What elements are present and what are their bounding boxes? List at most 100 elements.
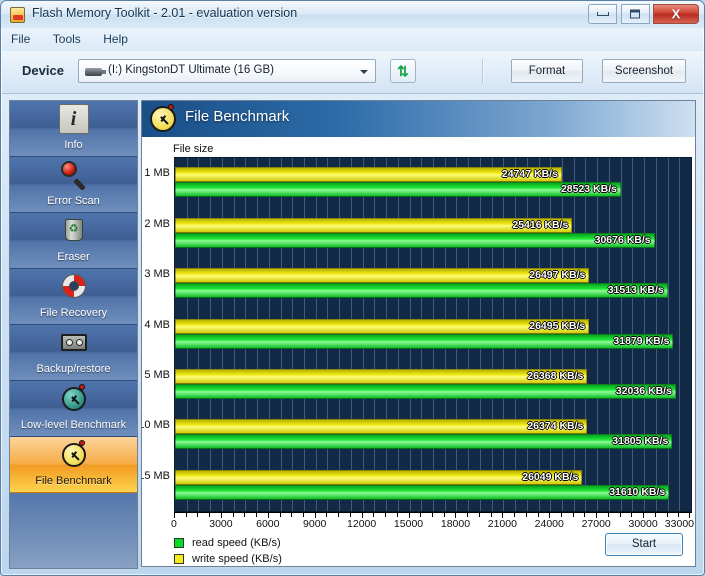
- format-button[interactable]: Format: [511, 59, 583, 83]
- sidebar-item-label: Backup/restore: [36, 363, 111, 375]
- sidebar-item-label: File Benchmark: [35, 475, 112, 487]
- usb-drive-icon: [85, 68, 106, 76]
- sidebar-item-backup-restore[interactable]: Backup/restore: [10, 325, 137, 381]
- bar-value-label: 26049 KB/s: [522, 470, 579, 483]
- x-axis-tick: [443, 513, 445, 517]
- yellow-stopwatch-icon: [148, 104, 178, 134]
- x-axis-tick: [432, 513, 433, 517]
- legend-swatch-write-icon: [174, 554, 184, 564]
- bar-value-label: 26368 KB/s: [527, 369, 584, 382]
- x-axis-tick: [338, 513, 340, 517]
- legend-label: write speed (KB/s): [192, 553, 282, 565]
- yellow-stopwatch-icon: [60, 440, 88, 468]
- toolbar-divider: [482, 59, 483, 83]
- menu-item-file[interactable]: File: [2, 28, 39, 49]
- x-axis-tick-label: 24000: [534, 518, 564, 530]
- y-axis-tick-label: 10 MB: [141, 419, 170, 432]
- chart-gridline: [679, 158, 681, 511]
- window-controls: X: [588, 4, 699, 25]
- refresh-button[interactable]: ⇅: [390, 59, 416, 83]
- legend-item-write: write speed (KB/s): [174, 551, 282, 566]
- x-axis-tick: [232, 513, 234, 517]
- bar-value-label: 26497 KB/s: [529, 269, 586, 282]
- x-axis-tick: [537, 513, 539, 517]
- x-axis-tick: [197, 513, 199, 517]
- y-axis-tick-label: 15 MB: [141, 469, 170, 482]
- chevron-down-icon: [360, 70, 368, 74]
- x-axis-tick: [420, 513, 422, 517]
- menu-bar: File Tools Help: [2, 28, 703, 52]
- benchmark-chart: 24747 KB/s 28523 KB/s 25416 KB/s 30676 KB/s…: [174, 157, 692, 512]
- device-select[interactable]: (I:) KingstonDT Ultimate (16 GB): [78, 59, 376, 83]
- x-axis-tick: [631, 513, 633, 517]
- sidebar-item-label: File Recovery: [39, 307, 108, 319]
- window-title: Flash Memory Toolkit - 2.01 - evaluation…: [32, 6, 298, 20]
- legend-item-read: read speed (KB/s): [174, 535, 282, 551]
- x-axis-tick: [291, 513, 293, 517]
- teal-stopwatch-icon: [60, 384, 88, 412]
- y-axis-tick-label: 2 MB: [144, 217, 170, 230]
- bar-value-label: 26374 KB/s: [527, 420, 584, 433]
- app-window: Flash Memory Toolkit - 2.01 - evaluation…: [0, 0, 705, 576]
- sidebar-item-eraser[interactable]: Eraser: [10, 213, 137, 269]
- x-axis-tick: [303, 513, 304, 517]
- bar-write-speed: 26049 KB/s: [175, 469, 583, 485]
- x-axis-tick: [373, 513, 375, 517]
- x-axis-tick: [619, 513, 621, 517]
- sidebar-item-file-benchmark[interactable]: File Benchmark: [10, 437, 137, 493]
- panel-title: File Benchmark: [185, 108, 290, 125]
- bar-value-label: 32036 KB/s: [615, 384, 672, 397]
- bar-write-speed: 26368 KB/s: [175, 368, 588, 384]
- menu-item-tools[interactable]: Tools: [44, 28, 90, 49]
- x-axis-tick: [607, 513, 609, 517]
- x-axis-tick: [326, 513, 328, 517]
- close-button[interactable]: X: [653, 4, 699, 24]
- x-axis-tick: [514, 513, 516, 517]
- bar-write-speed: 24747 KB/s: [175, 167, 562, 183]
- x-axis-tick: [561, 513, 562, 517]
- sidebar-item-error-scan[interactable]: Error Scan: [10, 157, 137, 213]
- close-icon: X: [671, 6, 681, 22]
- start-button[interactable]: Start: [605, 533, 683, 556]
- recycle-bin-icon: [60, 216, 88, 244]
- x-axis-tick-label: 21000: [487, 518, 517, 530]
- x-axis-tick: [385, 513, 387, 517]
- sidebar-item-file-recovery[interactable]: File Recovery: [10, 269, 137, 325]
- sidebar-item-info[interactable]: Info: [10, 101, 137, 157]
- bar-value-label: 24747 KB/s: [501, 168, 558, 181]
- bar-read-speed: 32036 KB/s: [175, 383, 676, 399]
- x-axis-tick-label: 33000: [664, 518, 694, 530]
- y-axis-title: File size: [173, 143, 214, 155]
- bar-read-speed: 31513 KB/s: [175, 283, 668, 299]
- legend-label: read speed (KB/s): [192, 537, 281, 549]
- bar-read-speed: 31805 KB/s: [175, 434, 673, 450]
- bar-value-label: 25416 KB/s: [512, 218, 569, 231]
- legend-swatch-read-icon: [174, 538, 184, 548]
- x-axis-tick-label: 6000: [256, 518, 280, 530]
- minimize-button[interactable]: [588, 4, 618, 24]
- sidebar-item-low-level-benchmark[interactable]: Low-level Benchmark: [10, 381, 137, 437]
- title-bar: Flash Memory Toolkit - 2.01 - evaluation…: [1, 1, 704, 28]
- bar-value-label: 31513 KB/s: [607, 284, 664, 297]
- content-panel: File Benchmark File size 24747 KB/s 28523…: [141, 100, 696, 567]
- y-axis-tick-label: 4 MB: [144, 318, 170, 331]
- x-axis-tick-label: 0: [171, 518, 177, 530]
- bar-write-speed: 26497 KB/s: [175, 268, 590, 284]
- sidebar-item-label: Info: [64, 139, 83, 151]
- maximize-button[interactable]: [620, 4, 650, 24]
- bar-write-speed: 25416 KB/s: [175, 217, 573, 233]
- x-axis-tick-label: 15000: [393, 518, 424, 530]
- bar-value-label: 28523 KB/s: [560, 183, 617, 196]
- y-axis-tick-label: 5 MB: [144, 368, 170, 381]
- info-document-icon: [58, 104, 89, 134]
- sidebar-item-label: Eraser: [57, 251, 90, 263]
- x-axis-tick: [396, 513, 398, 517]
- bar-value-label: 31805 KB/s: [612, 435, 669, 448]
- magnifier-icon: [60, 160, 88, 191]
- bar-value-label: 31879 KB/s: [613, 334, 670, 347]
- screenshot-button[interactable]: Screenshot: [602, 59, 686, 83]
- x-axis-tick: [244, 513, 246, 517]
- x-axis-tick-label: 30000: [628, 518, 658, 530]
- x-axis-tick: [185, 513, 187, 517]
- menu-item-help[interactable]: Help: [94, 28, 137, 49]
